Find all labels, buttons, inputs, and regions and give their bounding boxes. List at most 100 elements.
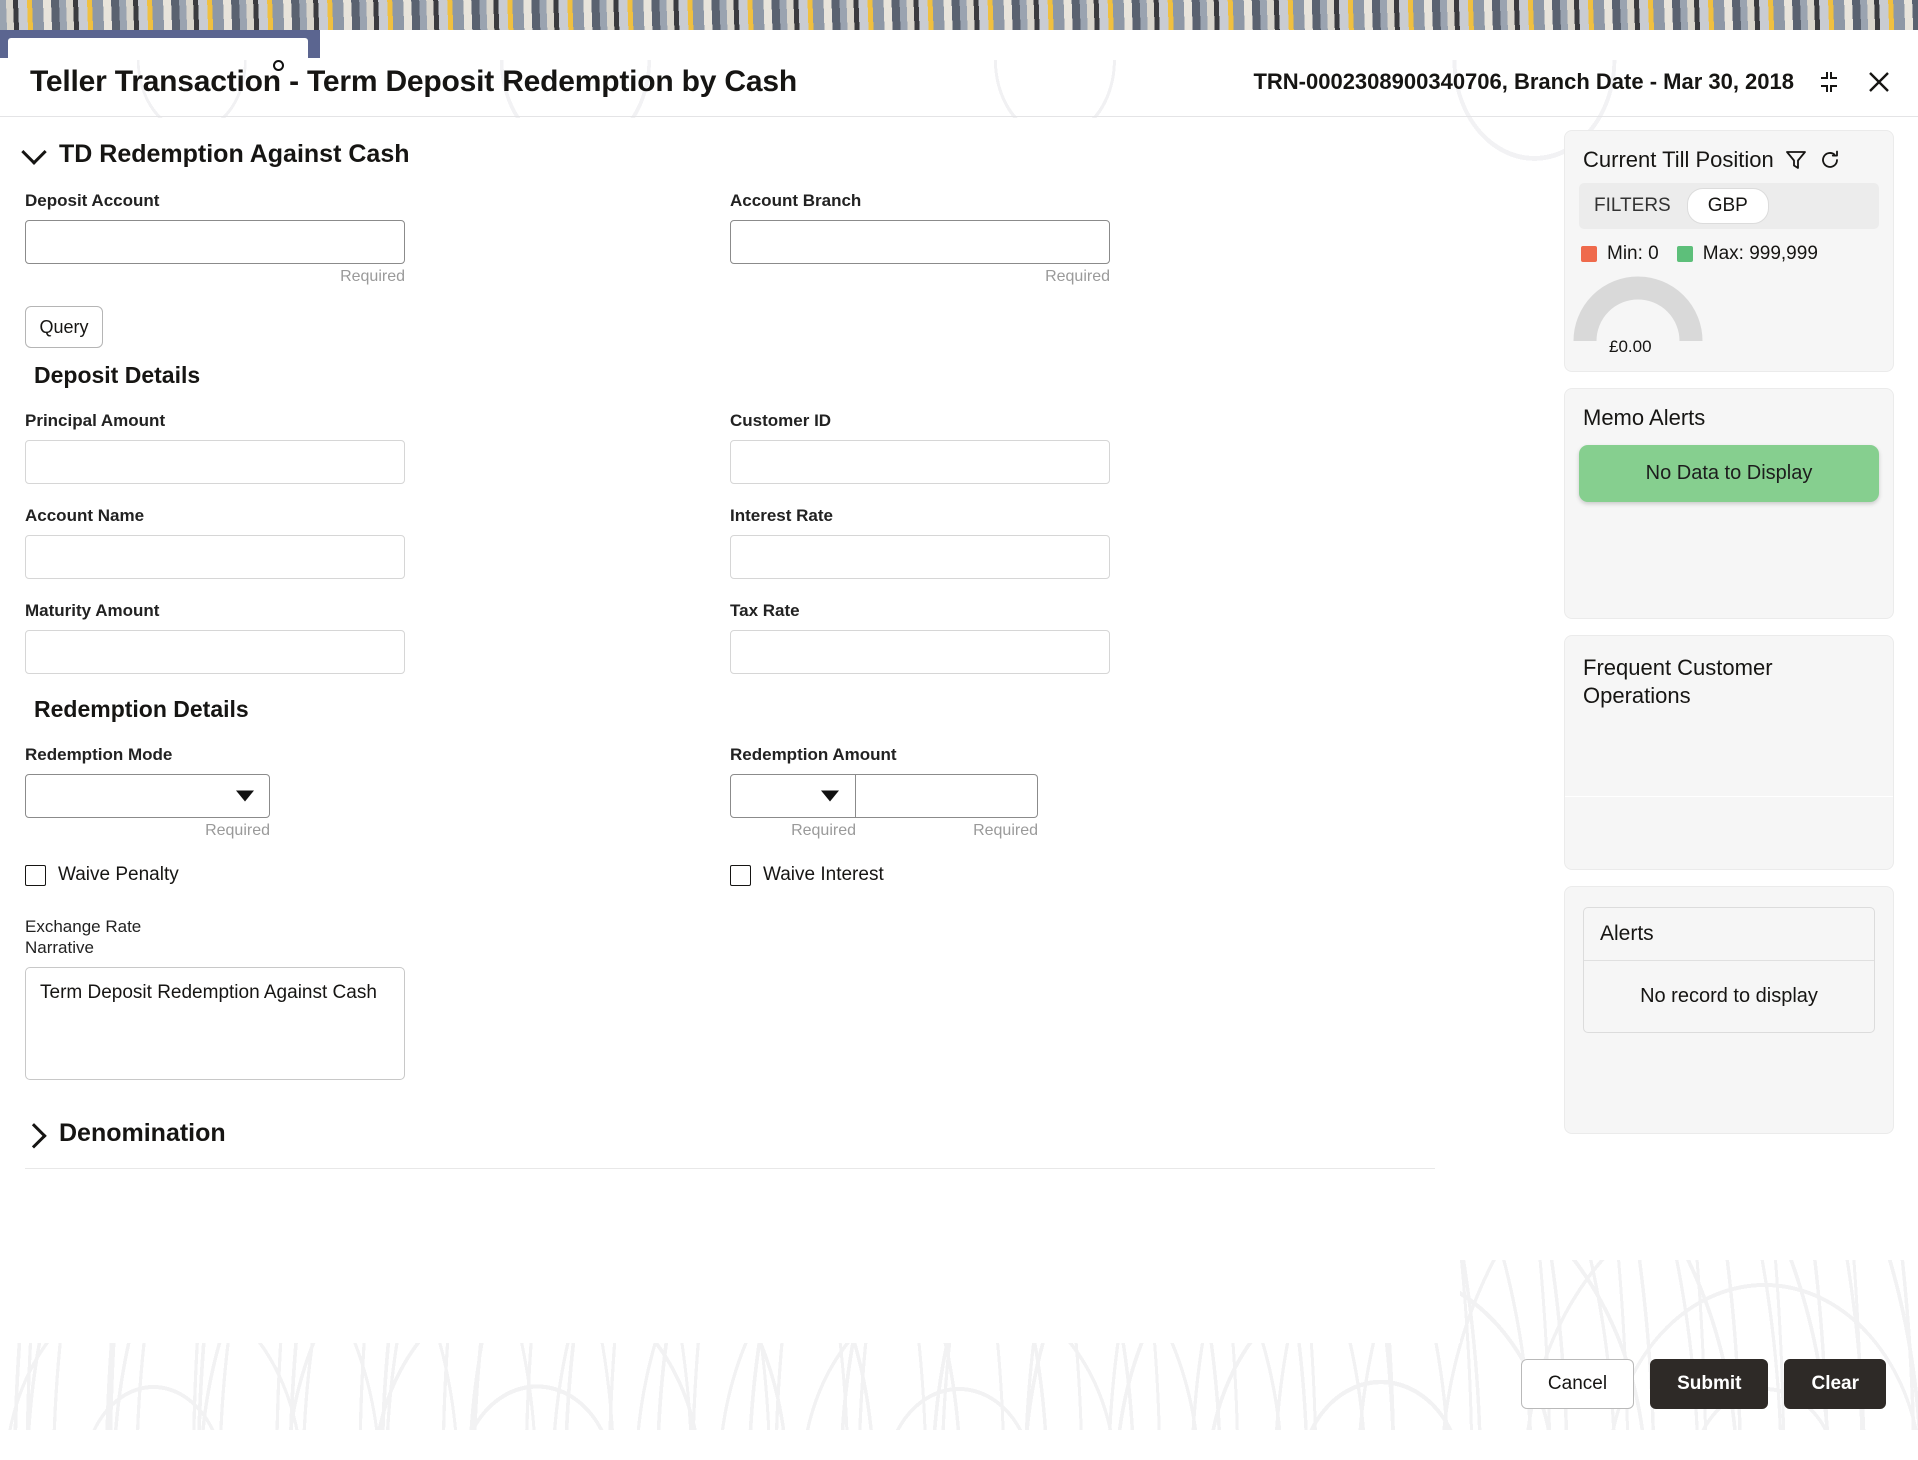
field-principal-amount: Principal Amount [25, 411, 730, 484]
gauge-value: £0.00 [1609, 337, 1652, 356]
customer-id-label: Customer ID [730, 411, 832, 430]
right-rail: Current Till Position FILTERS GBP Min: 0… [1564, 130, 1894, 1150]
tax-rate-label: Tax Rate [730, 601, 800, 620]
till-legend: Min: 0 Max: 999,999 [1565, 229, 1893, 267]
field-account-branch: Account Branch Required [730, 191, 1435, 286]
principal-amount-input[interactable] [25, 440, 405, 484]
account-name-label: Account Name [25, 506, 145, 525]
column-right: Redemption Amount Required Required [730, 723, 1435, 840]
modal-footer: Cancel Submit Clear [0, 1338, 1918, 1430]
refresh-icon[interactable] [1818, 148, 1842, 172]
form-content: TD Redemption Against Cash Deposit Accou… [0, 118, 1460, 1343]
chevron-down-icon[interactable] [21, 138, 47, 165]
memo-alerts-empty[interactable]: No Data to Display [1579, 445, 1879, 502]
waive-penalty-row[interactable]: Waive Penalty [25, 864, 730, 886]
customer-id-input[interactable] [730, 440, 1110, 484]
redemption-mode-select[interactable] [25, 774, 270, 818]
modal-header: Teller Transaction - Term Deposit Redemp… [0, 48, 1918, 116]
till-card-header: Current Till Position [1565, 131, 1893, 183]
deposit-account-input[interactable] [25, 220, 405, 264]
redemption-amount-input[interactable] [856, 774, 1038, 818]
waive-interest-checkbox[interactable] [730, 864, 751, 886]
redemption-mode-select-box[interactable] [25, 774, 270, 818]
narrative-textarea[interactable] [25, 966, 405, 1080]
alerts-empty: No record to display [1640, 985, 1818, 1007]
chevron-down-icon[interactable] [236, 790, 254, 802]
deposit-details-title: Deposit Details [34, 362, 201, 388]
row-principal-customer: Principal Amount Account Name Maturity A… [25, 389, 1435, 674]
account-branch-label: Account Branch [730, 191, 862, 210]
account-branch-helper: Required [1045, 268, 1110, 285]
deposit-details-grid: Principal Amount Account Name Maturity A… [0, 389, 1460, 674]
waive-interest-label: Waive Interest [763, 864, 884, 885]
account-name-input[interactable] [25, 535, 405, 579]
maturity-amount-label: Maturity Amount [25, 601, 160, 620]
deposit-account-label: Deposit Account [25, 191, 160, 210]
min-label: Min: 0 [1607, 243, 1659, 264]
denomination-divider [25, 1167, 1435, 1169]
section-denomination-header[interactable]: Denomination [0, 1085, 1460, 1168]
field-redemption-mode: Redemption Mode Required [25, 745, 730, 840]
memo-alerts-title: Memo Alerts [1583, 405, 1706, 430]
till-filters-bar: FILTERS GBP [1579, 183, 1879, 229]
frequent-customer-operations-card: Frequent Customer Operations [1564, 635, 1894, 870]
redemption-currency-helper: Required [791, 822, 856, 839]
form-grid: Deposit Account Required Account Branch … [0, 169, 1460, 286]
page-title: Teller Transaction - Term Deposit Redemp… [30, 65, 797, 98]
maturity-amount-input[interactable] [25, 630, 405, 674]
redemption-currency-select[interactable] [730, 774, 856, 818]
clear-button[interactable]: Clear [1784, 1359, 1886, 1409]
redemption-details-title: Redemption Details [34, 696, 249, 722]
narrative-label: Narrative [25, 938, 94, 958]
column-left: Deposit Account Required [25, 169, 730, 286]
submit-button[interactable]: Submit [1650, 1359, 1769, 1409]
memo-alerts-body [1565, 522, 1893, 618]
redemption-amount-label: Redemption Amount [730, 745, 897, 764]
transaction-modal: Teller Transaction - Term Deposit Redemp… [0, 30, 1918, 1460]
cancel-button[interactable]: Cancel [1520, 1359, 1635, 1409]
fco-title: Frequent Customer Operations [1583, 655, 1773, 708]
waive-penalty-checkbox[interactable] [25, 864, 46, 886]
column-right: Account Branch Required [730, 169, 1435, 286]
exchange-rate-label: Exchange Rate [25, 917, 142, 936]
alerts-title: Alerts [1584, 908, 1874, 961]
currency-filter-pill[interactable]: GBP [1686, 188, 1769, 224]
header-right-group: TRN-0002308900340706, Branch Date - Mar … [1253, 67, 1894, 97]
close-icon[interactable] [1864, 67, 1894, 97]
field-account-name: Account Name [25, 506, 730, 579]
row-account: Deposit Account Required Account Branch … [25, 169, 1435, 286]
denomination-title: Denomination [59, 1118, 226, 1147]
query-button[interactable]: Query [25, 306, 103, 348]
chevron-down-icon[interactable] [821, 790, 839, 802]
waive-interest-row[interactable]: Waive Interest [730, 864, 1435, 886]
interest-rate-input[interactable] [730, 535, 1110, 579]
redemption-amount-group [730, 774, 1435, 818]
collapse-corners-icon[interactable] [1816, 69, 1842, 95]
fco-divider [1565, 796, 1893, 797]
max-label: Max: 999,999 [1702, 243, 1818, 264]
column-right: Customer ID Interest Rate Tax Rate [730, 389, 1435, 674]
max-color-swatch [1676, 246, 1693, 262]
interest-rate-label: Interest Rate [730, 506, 833, 525]
row-redemption: Redemption Mode Required Redemption Amou… [25, 723, 1435, 840]
decorative-top-strip [0, 0, 1918, 30]
funnel-icon[interactable] [1784, 148, 1808, 172]
field-customer-id: Customer ID [730, 411, 1435, 484]
section-title: TD Redemption Against Cash [59, 140, 410, 168]
tax-rate-input[interactable] [730, 630, 1110, 674]
header-divider [0, 116, 1918, 117]
column-left: Redemption Mode Required [25, 723, 730, 840]
deposit-account-helper: Required [340, 268, 405, 285]
redemption-mode-helper: Required [205, 822, 270, 839]
account-branch-input[interactable] [730, 220, 1110, 264]
gauge-arc [1573, 276, 1703, 342]
current-till-position-card: Current Till Position FILTERS GBP Min: 0… [1564, 130, 1894, 372]
chevron-right-icon[interactable] [21, 1123, 47, 1149]
principal-amount-label: Principal Amount [25, 411, 166, 430]
column-right: Waive Interest [730, 864, 1435, 886]
min-color-swatch [1581, 246, 1597, 262]
field-redemption-amount: Redemption Amount Required Required [730, 745, 1435, 840]
column-left: Principal Amount Account Name Maturity A… [25, 389, 730, 674]
field-tax-rate: Tax Rate [730, 601, 1435, 674]
section-td-redemption-header[interactable]: TD Redemption Against Cash [0, 118, 1460, 169]
